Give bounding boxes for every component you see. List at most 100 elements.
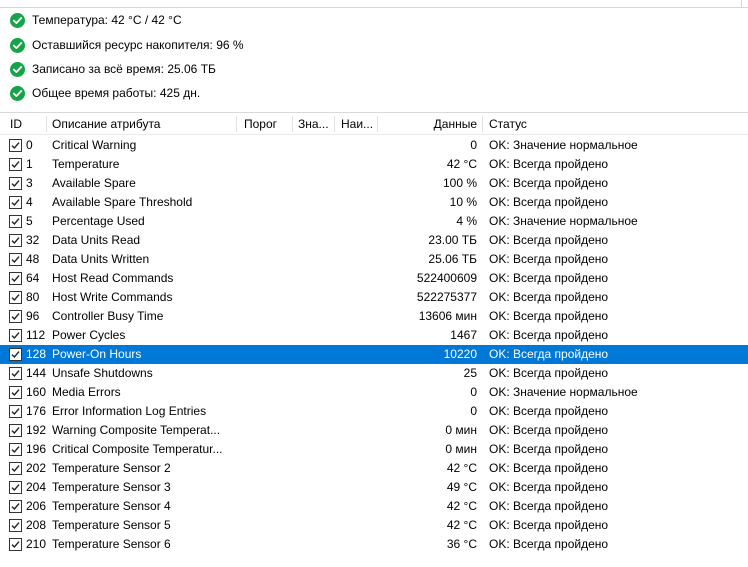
attribute-data: 42 °C <box>446 518 477 532</box>
summary-text: Записано за всё время: 25.06 ТБ <box>32 62 216 76</box>
column-header-worst[interactable]: Наи... <box>335 113 377 135</box>
attribute-data: 522275377 <box>416 290 477 304</box>
attribute-name: Warning Composite Temperat... <box>52 423 221 437</box>
attribute-id: 128 <box>26 347 47 361</box>
table-row[interactable]: 48 Data Units Written 25.06 ТБ OK: Всегда п… <box>0 250 748 269</box>
column-header-id[interactable]: ID <box>4 113 46 135</box>
row-checkbox[interactable] <box>9 253 22 266</box>
attribute-id: 176 <box>26 404 47 418</box>
attribute-data: 0 <box>470 385 477 399</box>
attribute-data: 1467 <box>450 328 477 342</box>
attribute-status: OK: Всегда пройдено <box>489 461 609 475</box>
attribute-data: 0 <box>470 138 477 152</box>
row-checkbox[interactable] <box>9 234 22 247</box>
attribute-id: 0 <box>26 138 33 152</box>
table-row[interactable]: 80 Host Write Commands 522275377 OK: Всегда… <box>0 288 748 307</box>
check-circle-icon <box>10 37 25 53</box>
row-checkbox[interactable] <box>9 158 22 171</box>
column-header-status[interactable]: Статус <box>483 113 743 135</box>
table-row[interactable]: 96 Controller Busy Time 13606 мин OK: Всегд… <box>0 307 748 326</box>
row-checkbox[interactable] <box>9 481 22 494</box>
attribute-status: OK: Всегда пройдено <box>489 404 609 418</box>
table-row[interactable]: 1 Temperature 42 °C OK: Всегда пройдено <box>0 155 748 174</box>
attribute-data: 4 % <box>456 214 477 228</box>
attribute-name: Temperature Sensor 5 <box>52 518 171 532</box>
attribute-status: OK: Всегда пройдено <box>489 176 609 190</box>
table-row[interactable]: 128 Power-On Hours 10220 OK: Всегда пройден… <box>0 345 748 364</box>
row-checkbox[interactable] <box>9 538 22 551</box>
table-row[interactable]: 4 Available Spare Threshold 10 % OK: Всегда… <box>0 193 748 212</box>
column-header-name[interactable]: Описание атрибута <box>46 113 236 135</box>
table-row[interactable]: 160 Media Errors 0 OK: Значение нормальное <box>0 383 748 402</box>
attribute-id: 1 <box>26 157 33 171</box>
row-checkbox[interactable] <box>9 462 22 475</box>
table-row[interactable]: 196 Critical Composite Temperatur... 0 мин… <box>0 440 748 459</box>
attribute-name: Power Cycles <box>52 328 126 342</box>
attribute-data: 42 °C <box>446 461 477 475</box>
row-checkbox[interactable] <box>9 291 22 304</box>
table-row[interactable]: 176 Error Information Log Entries 0 OK: Все… <box>0 402 748 421</box>
row-checkbox[interactable] <box>9 443 22 456</box>
attribute-status: OK: Всегда пройдено <box>489 518 609 532</box>
row-checkbox[interactable] <box>9 424 22 437</box>
table-row[interactable]: 210 Temperature Sensor 6 36 °C OK: Всегда п… <box>0 535 748 554</box>
row-checkbox[interactable] <box>9 405 22 418</box>
column-header-threshold[interactable]: Порог <box>238 113 292 135</box>
attribute-name: Power-On Hours <box>52 347 142 361</box>
table-row[interactable]: 64 Host Read Commands 522400609 OK: Всегда … <box>0 269 748 288</box>
table-row[interactable]: 204 Temperature Sensor 3 49 °C OK: Всегда п… <box>0 478 748 497</box>
attribute-name: Available Spare Threshold <box>52 195 193 209</box>
attribute-data: 36 °C <box>446 537 477 551</box>
row-checkbox[interactable] <box>9 329 22 342</box>
table-row[interactable]: 202 Temperature Sensor 2 42 °C OK: Всегда п… <box>0 459 748 478</box>
table-row[interactable]: 208 Temperature Sensor 5 42 °C OK: Всегда п… <box>0 516 748 535</box>
row-checkbox[interactable] <box>9 519 22 532</box>
attribute-data: 10 % <box>449 195 477 209</box>
attribute-id: 204 <box>26 480 47 494</box>
table-row[interactable]: 144 Unsafe Shutdowns 25 OK: Всегда пройдено <box>0 364 748 383</box>
table-row[interactable]: 32 Data Units Read 23.00 ТБ OK: Всегда прой… <box>0 231 748 250</box>
table-row[interactable]: 192 Warning Composite Temperat... 0 мин OK:… <box>0 421 748 440</box>
attribute-status: OK: Всегда пройдено <box>489 157 609 171</box>
attribute-name: Percentage Used <box>52 214 145 228</box>
attribute-status: OK: Всегда пройдено <box>489 290 609 304</box>
attribute-data: 25 <box>463 366 477 380</box>
attribute-id: 192 <box>26 423 47 437</box>
row-checkbox[interactable] <box>9 139 22 152</box>
row-checkbox[interactable] <box>9 367 22 380</box>
table-row[interactable]: 0 Critical Warning 0 OK: Значение нормально… <box>0 136 748 155</box>
row-checkbox[interactable] <box>9 348 22 361</box>
row-checkbox[interactable] <box>9 500 22 513</box>
check-circle-icon <box>10 12 25 28</box>
column-header-data[interactable]: Данные <box>380 113 477 135</box>
attribute-status: OK: Значение нормальное <box>489 385 638 399</box>
row-checkbox[interactable] <box>9 310 22 323</box>
table-row[interactable]: 206 Temperature Sensor 4 42 °C OK: Всегда п… <box>0 497 748 516</box>
attribute-name: Temperature <box>52 157 120 171</box>
attribute-name: Temperature Sensor 4 <box>52 499 171 513</box>
row-checkbox[interactable] <box>9 196 22 209</box>
row-checkbox[interactable] <box>9 177 22 190</box>
check-circle-icon <box>10 85 25 101</box>
attribute-id: 64 <box>26 271 40 285</box>
attribute-data: 0 мин <box>445 423 477 437</box>
row-checkbox[interactable] <box>9 272 22 285</box>
table-row[interactable]: 5 Percentage Used 4 % OK: Значение нормальн… <box>0 212 748 231</box>
attribute-name: Host Read Commands <box>52 271 174 285</box>
attribute-status: OK: Значение нормальное <box>489 214 638 228</box>
smart-attributes-table[interactable]: ID Описание атрибута Порог Зна... Наи...… <box>0 112 748 567</box>
row-checkbox[interactable] <box>9 386 22 399</box>
column-divider[interactable] <box>236 116 237 132</box>
attribute-id: 210 <box>26 537 47 551</box>
attribute-data: 13606 мин <box>418 309 477 323</box>
row-checkbox[interactable] <box>9 215 22 228</box>
attribute-status: OK: Значение нормальное <box>489 138 638 152</box>
attribute-name: Host Write Commands <box>52 290 173 304</box>
column-header-value[interactable]: Зна... <box>292 113 334 135</box>
attribute-status: OK: Всегда пройдено <box>489 442 609 456</box>
summary-total-written: Записано за всё время: 25.06 ТБ <box>10 59 216 79</box>
attribute-id: 208 <box>26 518 47 532</box>
column-divider[interactable] <box>377 116 378 132</box>
table-row[interactable]: 112 Power Cycles 1467 OK: Всегда пройдено <box>0 326 748 345</box>
table-row[interactable]: 3 Available Spare 100 % OK: Всегда пройдено <box>0 174 748 193</box>
